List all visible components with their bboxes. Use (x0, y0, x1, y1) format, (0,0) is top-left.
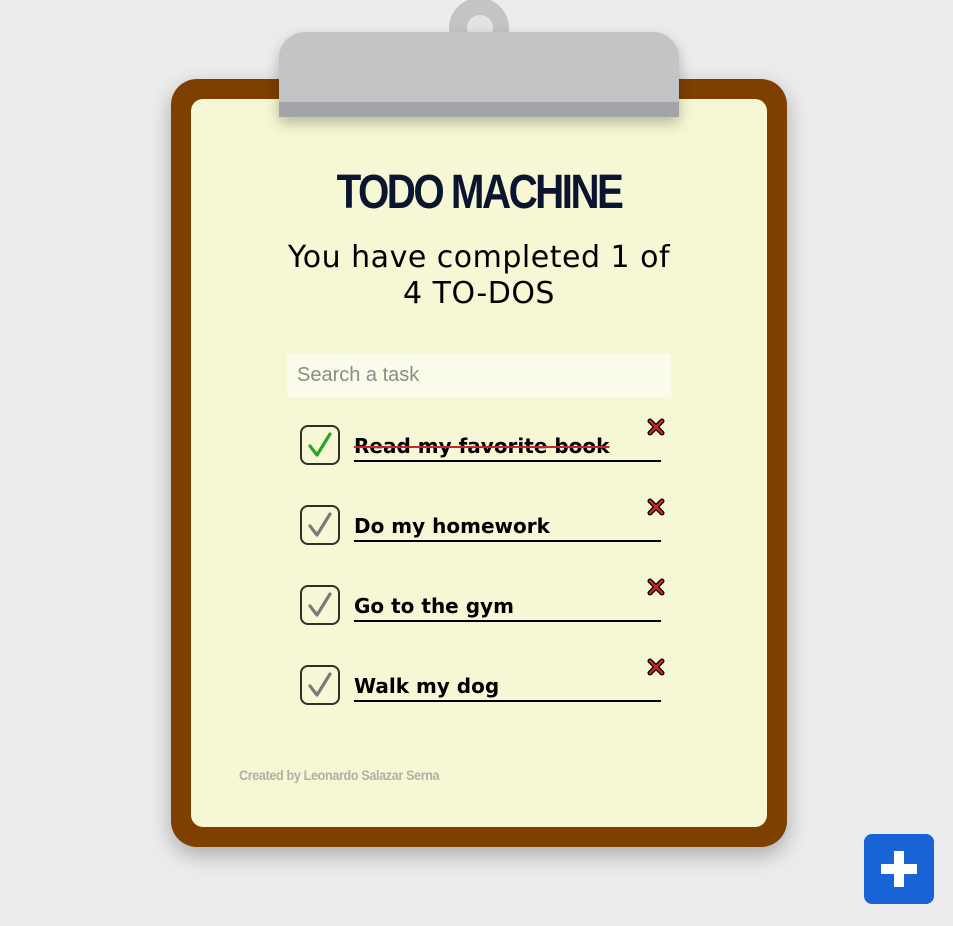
check-icon (308, 432, 332, 457)
todo-item: Do my homework (300, 490, 670, 570)
todo-checkbox[interactable] (300, 425, 340, 465)
todo-list: Read my favorite book Do my homework Go to… (300, 410, 670, 730)
delete-todo-button[interactable] (646, 417, 666, 437)
app-title: TODO MACHINE (336, 166, 624, 219)
todo-item: Read my favorite book (300, 410, 670, 490)
todo-label: Walk my dog (354, 674, 500, 698)
todo-label: Go to the gym (354, 594, 514, 618)
close-icon (647, 418, 665, 436)
delete-todo-button[interactable] (646, 577, 666, 597)
todo-label: Do my homework (354, 514, 550, 538)
todo-text: Do my homework (354, 510, 661, 542)
close-icon (647, 578, 665, 596)
todo-counter: You have completed 1 of 4 TO-DOS (287, 240, 671, 311)
credits-text: Created by Leonardo Salazar Serna (239, 767, 440, 783)
todo-item: Walk my dog (300, 650, 670, 730)
todo-checkbox[interactable] (300, 585, 340, 625)
todo-text: Go to the gym (354, 590, 661, 622)
todo-text: Read my favorite book (354, 430, 661, 462)
check-icon (308, 592, 332, 617)
delete-todo-button[interactable] (646, 497, 666, 517)
search-input[interactable] (287, 354, 671, 397)
todo-item: Go to the gym (300, 570, 670, 650)
check-icon (308, 512, 332, 537)
add-todo-button[interactable] (864, 834, 934, 904)
plus-icon (881, 851, 917, 887)
todo-label: Read my favorite book (354, 434, 610, 458)
clipboard-clip (279, 32, 679, 117)
todo-text: Walk my dog (354, 670, 661, 702)
check-icon (308, 672, 332, 697)
close-icon (647, 658, 665, 676)
close-icon (647, 498, 665, 516)
todo-checkbox[interactable] (300, 505, 340, 545)
delete-todo-button[interactable] (646, 657, 666, 677)
todo-checkbox[interactable] (300, 665, 340, 705)
clip-band (279, 102, 679, 117)
